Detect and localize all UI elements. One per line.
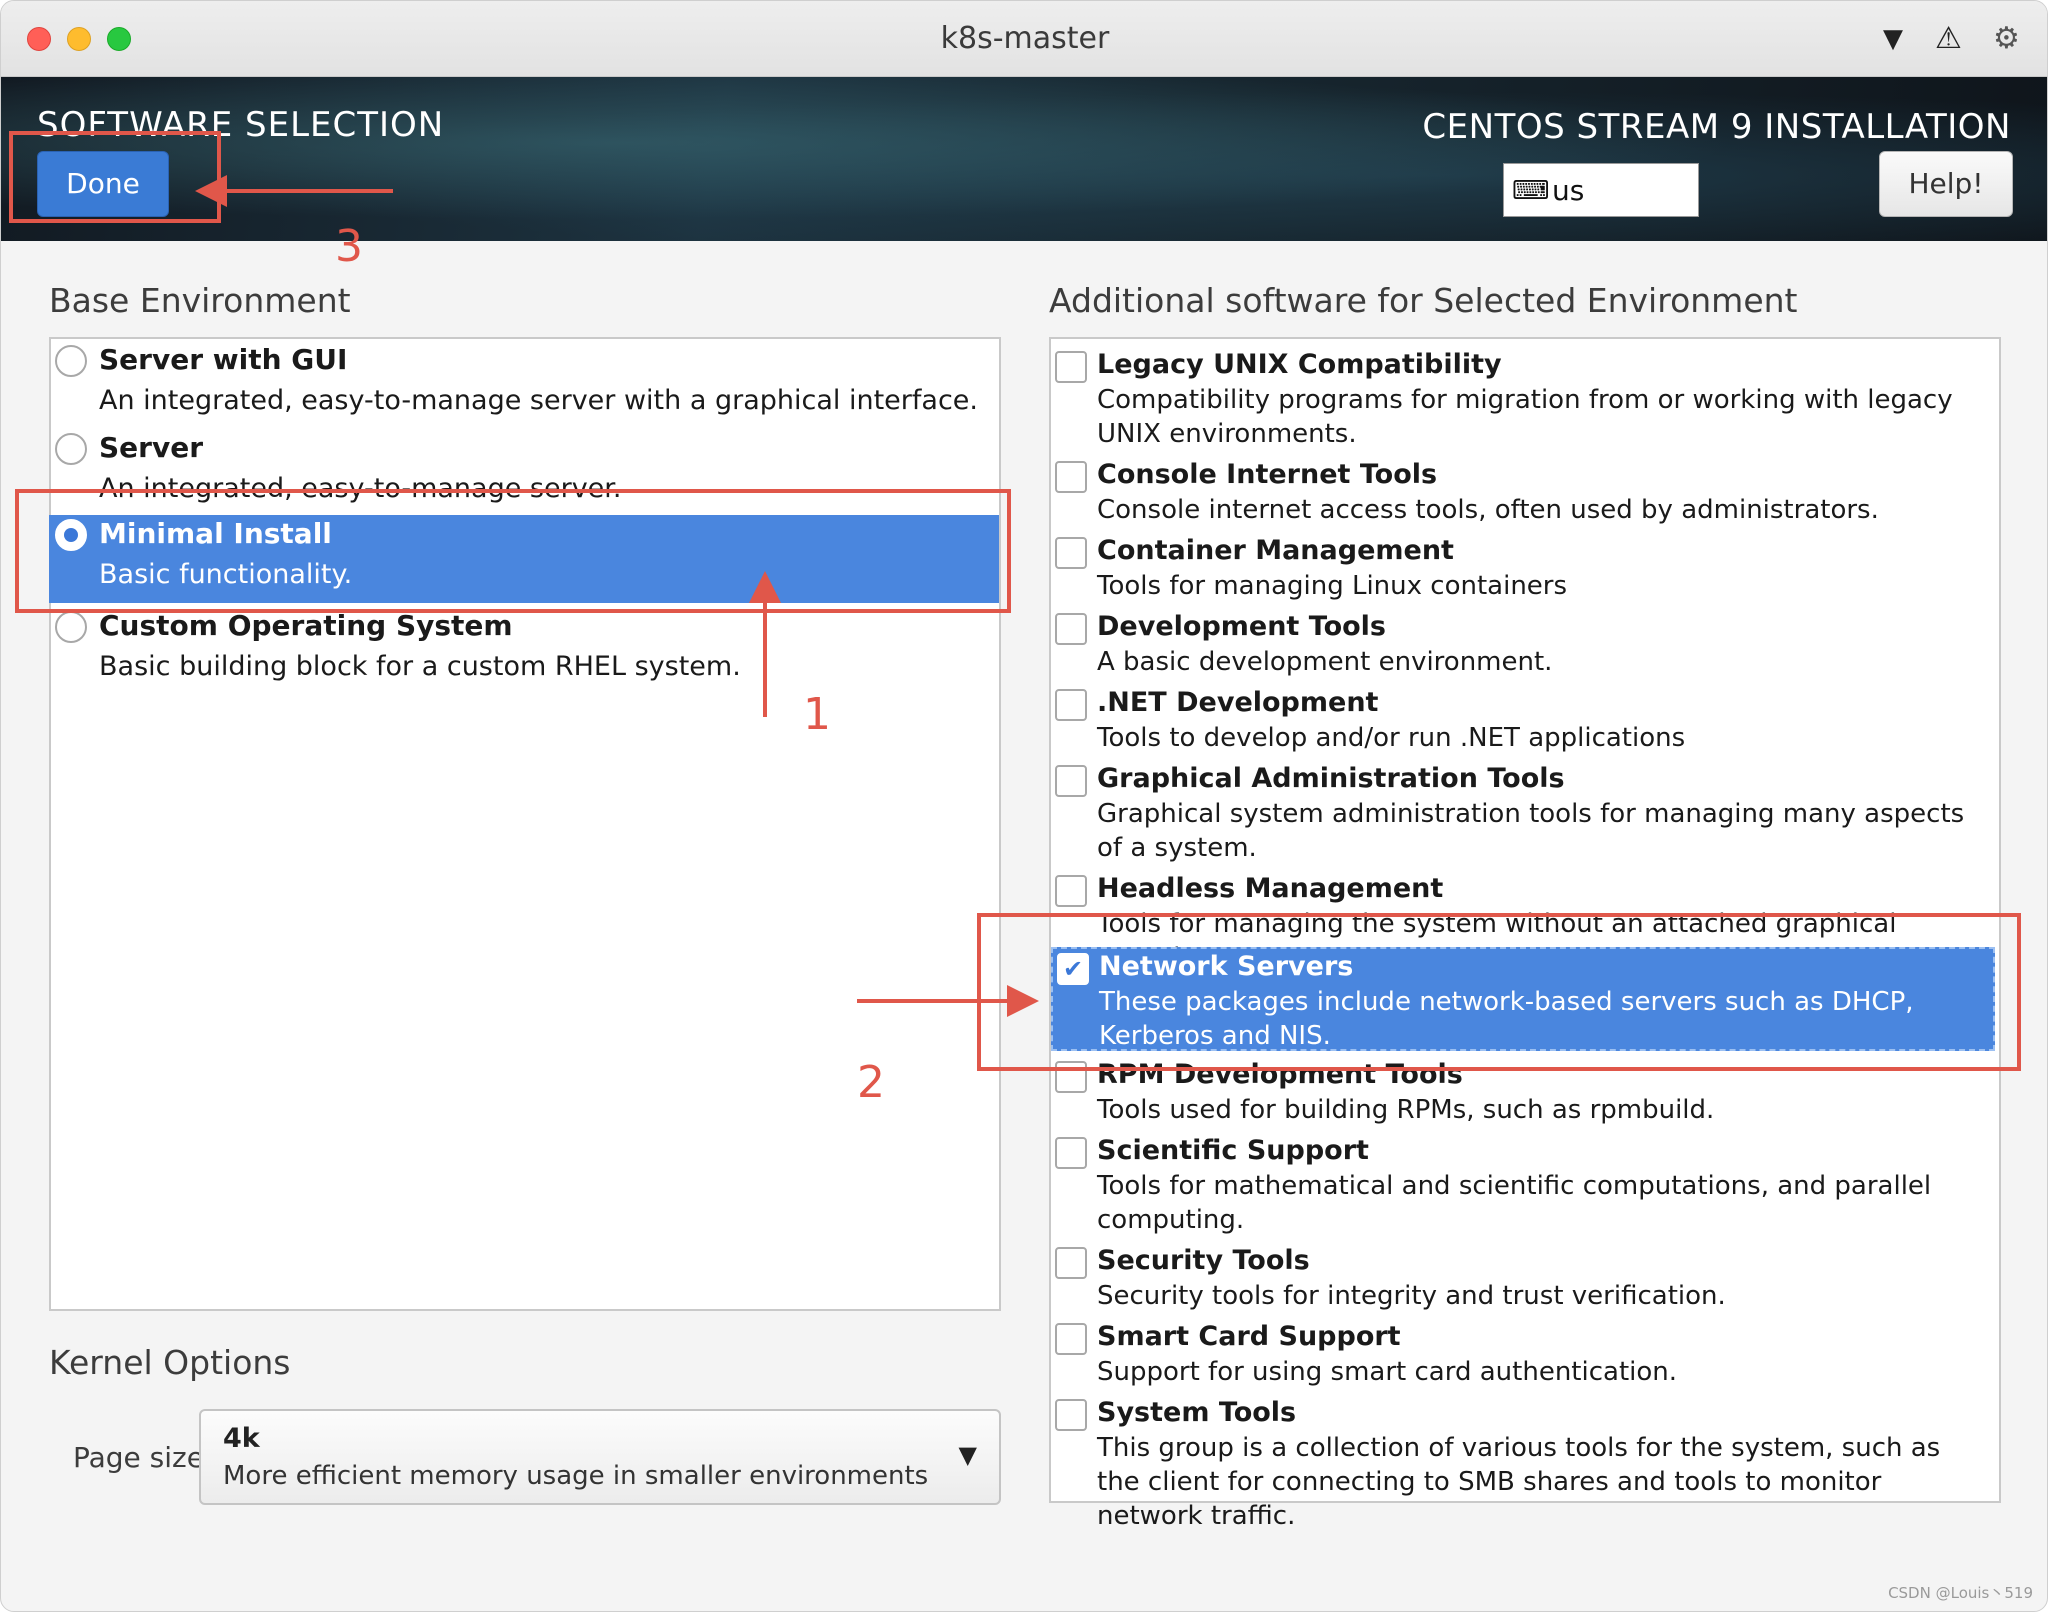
addon-container-management[interactable]: Container Management Tools for managing … bbox=[1051, 533, 1995, 605]
env-name: Server with GUI bbox=[99, 343, 348, 376]
checkbox[interactable] bbox=[1055, 765, 1087, 797]
radio-button[interactable] bbox=[55, 611, 87, 643]
title-bar: k8s-master ▼ ⚠ ⚙ bbox=[1, 1, 2047, 77]
addon-name: .NET Development bbox=[1097, 687, 1379, 718]
addon-desc: Compatibility programs for migration fro… bbox=[1097, 385, 1953, 449]
annotation-number-2: 2 bbox=[857, 1057, 885, 1108]
addon-legacy-unix[interactable]: Legacy UNIX Compatibility Compatibility … bbox=[1051, 347, 1995, 453]
warning-icon[interactable]: ⚠ bbox=[1935, 21, 1962, 57]
addon-security-tools[interactable]: Security Tools Security tools for integr… bbox=[1051, 1243, 1995, 1315]
checkbox[interactable] bbox=[1055, 689, 1087, 721]
addon-desc: This group is a collection of various to… bbox=[1097, 1433, 1941, 1531]
help-button[interactable]: Help! bbox=[1879, 151, 2013, 217]
keyboard-layout-text: us bbox=[1552, 174, 1585, 207]
env-item-custom-os[interactable]: Custom Operating System Basic building b… bbox=[49, 607, 999, 695]
keyboard-layout-indicator[interactable]: ⌨ us bbox=[1503, 163, 1699, 217]
addon-name: Graphical Administration Tools bbox=[1097, 763, 1565, 794]
gear-icon[interactable]: ⚙ bbox=[1993, 21, 2020, 57]
addon-graphical-admin-tools[interactable]: Graphical Administration Tools Graphical… bbox=[1051, 761, 1995, 867]
annotation-box-done bbox=[9, 131, 221, 223]
page-size-desc: More efficient memory usage in smaller e… bbox=[223, 1461, 929, 1491]
checkbox[interactable] bbox=[1055, 351, 1087, 383]
addon-name: Smart Card Support bbox=[1097, 1321, 1401, 1352]
addon-name: Container Management bbox=[1097, 535, 1454, 566]
checkbox[interactable] bbox=[1055, 1399, 1087, 1431]
annotation-box-network-servers bbox=[977, 913, 2021, 1071]
checkbox[interactable] bbox=[1055, 1247, 1087, 1279]
addon-desc: Tools for managing Linux containers bbox=[1097, 571, 1568, 601]
env-name: Server bbox=[99, 431, 204, 464]
addon-name: Legacy UNIX Compatibility bbox=[1097, 349, 1502, 380]
page-size-label: Page size: bbox=[73, 1441, 214, 1474]
env-name: Custom Operating System bbox=[99, 609, 513, 642]
base-environment-title: Base Environment bbox=[49, 281, 351, 320]
keyboard-icon: ⌨ bbox=[1512, 176, 1550, 206]
addon-system-tools[interactable]: System Tools This group is a collection … bbox=[1051, 1395, 1995, 1531]
addon-name: Development Tools bbox=[1097, 611, 1386, 642]
addon-console-internet[interactable]: Console Internet Tools Console internet … bbox=[1051, 457, 1995, 529]
addon-desc: Tools to develop and/or run .NET applica… bbox=[1097, 723, 1686, 753]
addon-desc: Support for using smart card authenticat… bbox=[1097, 1357, 1678, 1387]
addon-desc: Tools used for building RPMs, such as rp… bbox=[1097, 1095, 1715, 1125]
annotation-number-1: 1 bbox=[803, 689, 831, 740]
addon-name: Security Tools bbox=[1097, 1245, 1310, 1276]
checkbox[interactable] bbox=[1055, 461, 1087, 493]
checkbox[interactable] bbox=[1055, 537, 1087, 569]
annotation-number-3: 3 bbox=[335, 221, 363, 272]
checkbox[interactable] bbox=[1055, 1137, 1087, 1169]
window-title: k8s-master bbox=[940, 21, 1110, 56]
addon-desc: Security tools for integrity and trust v… bbox=[1097, 1281, 1726, 1311]
page-size-value: 4k bbox=[223, 1423, 260, 1454]
env-desc: Basic building block for a custom RHEL s… bbox=[99, 651, 741, 682]
addon-smart-card-support[interactable]: Smart Card Support Support for using sma… bbox=[1051, 1319, 1995, 1391]
addon-desc: Console internet access tools, often use… bbox=[1097, 495, 1879, 525]
radio-button[interactable] bbox=[55, 345, 87, 377]
checkbox[interactable] bbox=[1055, 1323, 1087, 1355]
chevron-down-icon: ▼ bbox=[958, 1441, 977, 1469]
addon-desc: A basic development environment. bbox=[1097, 647, 1553, 677]
addon-desc: Tools for mathematical and scientific co… bbox=[1097, 1171, 1932, 1235]
addon-name: System Tools bbox=[1097, 1397, 1297, 1428]
installer-header: SOFTWARE SELECTION Done CENTOS STREAM 9 … bbox=[1, 77, 2047, 241]
product-title: CENTOS STREAM 9 INSTALLATION bbox=[1422, 107, 2011, 147]
triangle-down-icon[interactable]: ▼ bbox=[1883, 21, 1903, 57]
addon-development-tools[interactable]: Development Tools A basic development en… bbox=[1051, 609, 1995, 681]
addon-dotnet-development[interactable]: .NET Development Tools to develop and/or… bbox=[1051, 685, 1995, 757]
addon-name: Console Internet Tools bbox=[1097, 459, 1438, 490]
env-desc: An integrated, easy-to-manage server wit… bbox=[99, 385, 978, 416]
watermark: CSDN @Louis丶519 bbox=[1888, 1584, 2033, 1602]
env-item-server-with-gui[interactable]: Server with GUI An integrated, easy-to-m… bbox=[49, 341, 999, 429]
checkbox[interactable] bbox=[1055, 875, 1087, 907]
addon-name: Scientific Support bbox=[1097, 1135, 1369, 1166]
annotation-box-minimal-install bbox=[15, 489, 1011, 613]
addon-scientific-support[interactable]: Scientific Support Tools for mathematica… bbox=[1051, 1133, 1995, 1239]
page-size-select[interactable]: 4k More efficient memory usage in smalle… bbox=[199, 1409, 1001, 1505]
installer-window: k8s-master ▼ ⚠ ⚙ SOFTWARE SELECTION Done… bbox=[0, 0, 2048, 1612]
checkbox[interactable] bbox=[1055, 613, 1087, 645]
kernel-options-title: Kernel Options bbox=[49, 1343, 291, 1382]
additional-software-title: Additional software for Selected Environ… bbox=[1049, 281, 1798, 320]
addon-desc: Graphical system administration tools fo… bbox=[1097, 799, 1965, 863]
radio-button[interactable] bbox=[55, 433, 87, 465]
addon-name: Headless Management bbox=[1097, 873, 1444, 904]
